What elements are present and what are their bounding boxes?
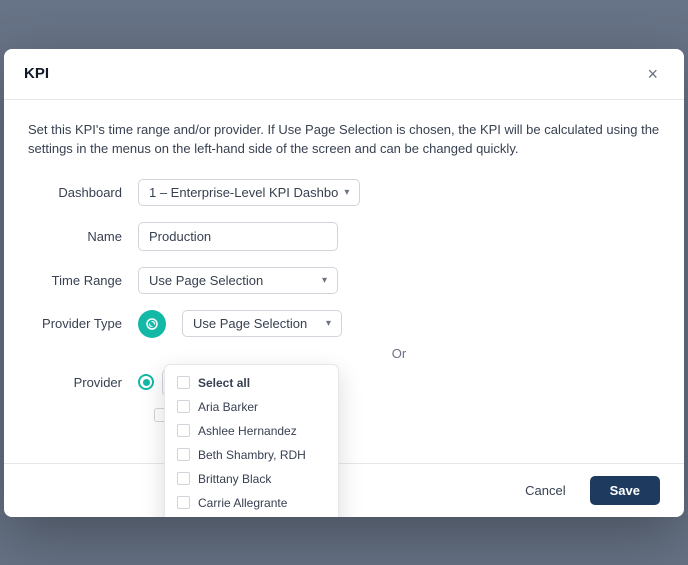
select-all-checkbox[interactable]: [177, 376, 190, 389]
dashboard-value: 1 – Enterprise-Level KPI Dashbo: [149, 185, 338, 200]
item-label: Brittany Black: [198, 472, 271, 486]
name-label: Name: [28, 229, 138, 244]
time-range-row: Time Range Use Page Selection ▾: [28, 267, 660, 294]
item-checkbox[interactable]: [177, 448, 190, 461]
radio-inner: [143, 379, 150, 386]
cancel-button[interactable]: Cancel: [511, 476, 579, 505]
refresh-icon: [145, 317, 159, 331]
list-item[interactable]: Aria Barker: [165, 395, 338, 419]
item-label: Ashlee Hernandez: [198, 424, 297, 438]
item-label: Carrie Allegrante: [198, 496, 287, 510]
close-button[interactable]: ×: [641, 63, 664, 85]
modal-header: KPI ×: [4, 49, 684, 100]
name-input[interactable]: [138, 222, 338, 251]
list-item[interactable]: Jessica Whiting, RDH: [165, 515, 338, 517]
provider-type-value: Use Page Selection: [193, 316, 307, 331]
provider-type-dropdown[interactable]: Use Page Selection ▾: [182, 310, 342, 337]
name-control: [138, 222, 660, 251]
item-checkbox[interactable]: [177, 496, 190, 509]
dashboard-row: Dashboard 1 – Enterprise-Level KPI Dashb…: [28, 179, 660, 206]
item-checkbox[interactable]: [177, 472, 190, 485]
dropdown-select-all[interactable]: Select all: [165, 371, 338, 395]
list-item[interactable]: Carrie Allegrante: [165, 491, 338, 515]
provider-label: Provider: [28, 375, 138, 390]
provider-type-label: Provider Type: [28, 316, 138, 331]
item-checkbox[interactable]: [177, 400, 190, 413]
provider-radio-icon[interactable]: [138, 374, 154, 390]
provider-type-row: Provider Type Use Page Selection ▾: [28, 310, 660, 338]
list-item[interactable]: Ashlee Hernandez: [165, 419, 338, 443]
time-range-label: Time Range: [28, 273, 138, 288]
name-row: Name: [28, 222, 660, 251]
list-item[interactable]: Brittany Black: [165, 467, 338, 491]
dashboard-control: 1 – Enterprise-Level KPI Dashbo ▾: [138, 179, 660, 206]
item-label: Aria Barker: [198, 400, 258, 414]
dashboard-dropdown[interactable]: 1 – Enterprise-Level KPI Dashbo ▾: [138, 179, 360, 206]
modal-description: Set this KPI's time range and/or provide…: [28, 120, 660, 159]
time-range-dropdown[interactable]: Use Page Selection ▾: [138, 267, 338, 294]
kpi-modal: KPI × Set this KPI's time range and/or p…: [4, 49, 684, 517]
provider-type-toggle-icon[interactable]: [138, 310, 166, 338]
provider-row: Provider Use Page Selection ▾: [28, 369, 660, 396]
chevron-down-icon: ▾: [344, 187, 349, 198]
select-all-label: Select all: [198, 376, 250, 390]
chevron-down-icon: ▾: [322, 275, 327, 286]
modal-body: Set this KPI's time range and/or provide…: [4, 100, 684, 459]
dashboard-label: Dashboard: [28, 185, 138, 200]
create-row: Cre: [28, 408, 660, 423]
modal-title: KPI: [24, 65, 49, 82]
save-button[interactable]: Save: [590, 476, 660, 505]
item-label: Beth Shambry, RDH: [198, 448, 306, 462]
or-divider: Or: [138, 346, 660, 361]
time-range-value: Use Page Selection: [149, 273, 263, 288]
item-checkbox[interactable]: [177, 424, 190, 437]
time-range-control: Use Page Selection ▾: [138, 267, 660, 294]
provider-dropdown-menu: Select all Aria Barker Ashlee Hernandez …: [164, 364, 339, 517]
modal-footer: Cancel Save: [4, 463, 684, 517]
chevron-down-icon: ▾: [326, 318, 331, 329]
list-item[interactable]: Beth Shambry, RDH: [165, 443, 338, 467]
